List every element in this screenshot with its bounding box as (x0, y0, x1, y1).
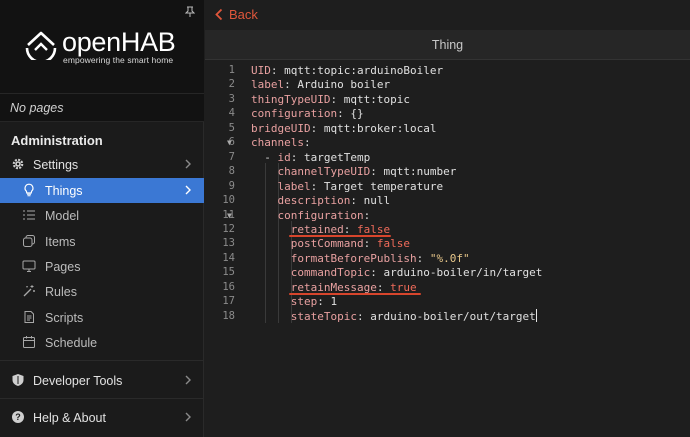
administration-heading: Administration (11, 133, 103, 148)
items-icon (23, 235, 35, 247)
line-number: 12 (222, 222, 235, 235)
script-icon (24, 311, 34, 323)
line-number: 18 (222, 309, 235, 322)
openhab-logo: openHAB empowering the smart home (24, 27, 176, 65)
code-line[interactable]: configuration: {} (251, 107, 364, 120)
code-line[interactable]: configuration: (251, 209, 371, 222)
chevron-right-icon (185, 412, 191, 422)
line-number: 13 (222, 237, 235, 250)
text-cursor (536, 309, 537, 322)
fold-arrow-icon[interactable]: ▼ (227, 138, 232, 147)
back-label: Back (229, 7, 258, 22)
gear-icon (12, 158, 24, 170)
logo-area: openHAB empowering the smart home (0, 0, 204, 93)
line-number: 2 (228, 78, 235, 91)
wand-icon (23, 285, 35, 297)
sidebar-item-label: Developer Tools (33, 373, 123, 388)
divider (0, 360, 204, 361)
sidebar: openHAB empowering the smart home No pag… (0, 0, 204, 437)
svg-text:?: ? (15, 412, 21, 422)
line-number: 16 (222, 280, 235, 293)
code-line[interactable]: commandTopic: arduino-boiler/in/target (251, 266, 543, 279)
top-navbar: Back (205, 0, 690, 30)
line-number: 5 (228, 121, 235, 134)
line-number: 8 (228, 165, 235, 178)
code-editor[interactable]: 1 UID: mqtt:topic:arduinoBoiler 2 label: Ar… (205, 61, 690, 437)
chevron-right-icon (185, 185, 191, 195)
sidebar-item-items[interactable]: Items (0, 229, 204, 254)
sidebar-item-label: Rules (45, 284, 77, 299)
code-line[interactable]: channels: (251, 136, 311, 149)
line-number: 15 (222, 266, 235, 279)
code-line[interactable]: thingTypeUID: mqtt:topic (251, 93, 410, 106)
code-line[interactable]: retainMessage: true (251, 281, 417, 294)
sidebar-item-label: Settings (33, 157, 79, 172)
display-icon (22, 260, 36, 272)
sidebar-item-developer-tools[interactable]: Developer Tools (0, 368, 204, 393)
main-panel: Back Thing 1 UID: mqtt:topic:arduinoBoile… (205, 0, 690, 437)
sidebar-item-label: Model (45, 208, 80, 223)
line-number: 17 (222, 295, 235, 308)
line-number: 1 (228, 64, 235, 76)
chevron-right-icon (185, 375, 191, 385)
sidebar-item-schedule[interactable]: Schedule (0, 330, 204, 355)
code-line[interactable]: postCommand: false (251, 237, 410, 250)
logo-subtitle: empowering the smart home (63, 55, 174, 65)
calendar-icon (23, 336, 35, 348)
sidebar-item-scripts[interactable]: Scripts (0, 305, 204, 330)
sidebar-item-label: Scripts (45, 310, 84, 325)
line-number: 14 (222, 251, 235, 264)
code-line[interactable]: UID: mqtt:topic:arduinoBoiler (251, 64, 443, 77)
code-line[interactable]: retained: false (251, 223, 390, 236)
sidebar-item-label: Items (45, 234, 76, 249)
code-line[interactable]: label: Target temperature (251, 180, 444, 193)
fold-arrow-icon[interactable]: ▼ (227, 211, 232, 220)
code-line[interactable]: formatBeforePublish: "%.0f" (251, 252, 470, 265)
help-icon: ? (12, 411, 24, 423)
chevron-right-icon (185, 159, 191, 169)
sidebar-item-label: Schedule (45, 335, 98, 350)
line-number: 4 (228, 107, 235, 120)
code-line[interactable]: channelTypeUID: mqtt:number (251, 165, 457, 178)
sidebar-item-label: Help & About (33, 410, 106, 425)
line-number: 9 (228, 179, 235, 192)
pin-icon[interactable] (185, 6, 195, 18)
code-line[interactable]: - id: targetTemp (251, 151, 370, 164)
no-pages-label: No pages (0, 93, 204, 122)
page-title: Thing (205, 30, 690, 60)
divider (0, 398, 204, 399)
sidebar-item-model[interactable]: Model (0, 203, 204, 228)
shield-icon (12, 374, 24, 386)
sidebar-item-pages[interactable]: Pages (0, 254, 204, 279)
code-line[interactable]: bridgeUID: mqtt:broker:local (251, 122, 436, 135)
sidebar-item-settings[interactable]: Settings (0, 152, 204, 177)
code-line[interactable]: label: Arduino boiler (251, 78, 390, 91)
code-line[interactable]: description: null (251, 194, 391, 207)
sidebar-item-rules[interactable]: Rules (0, 279, 204, 304)
code-line[interactable]: stateTopic: arduino-boiler/out/target (251, 310, 536, 323)
logo-title: openHAB (62, 27, 176, 57)
code-line[interactable]: step: 1 (251, 295, 337, 308)
line-number: 3 (228, 92, 235, 105)
sidebar-item-things[interactable]: Things (0, 178, 204, 203)
sidebar-item-label: Pages (45, 259, 81, 274)
back-button[interactable]: Back (215, 7, 258, 22)
sidebar-item-help-about[interactable]: ? Help & About (0, 405, 204, 430)
chevron-left-icon (215, 8, 223, 21)
line-number: 7 (228, 150, 235, 163)
line-number: 10 (222, 194, 235, 207)
sidebar-item-label: Things (45, 183, 83, 198)
lightbulb-icon (24, 183, 34, 197)
openhab-logo-icon (25, 31, 57, 60)
list-icon (23, 210, 35, 220)
